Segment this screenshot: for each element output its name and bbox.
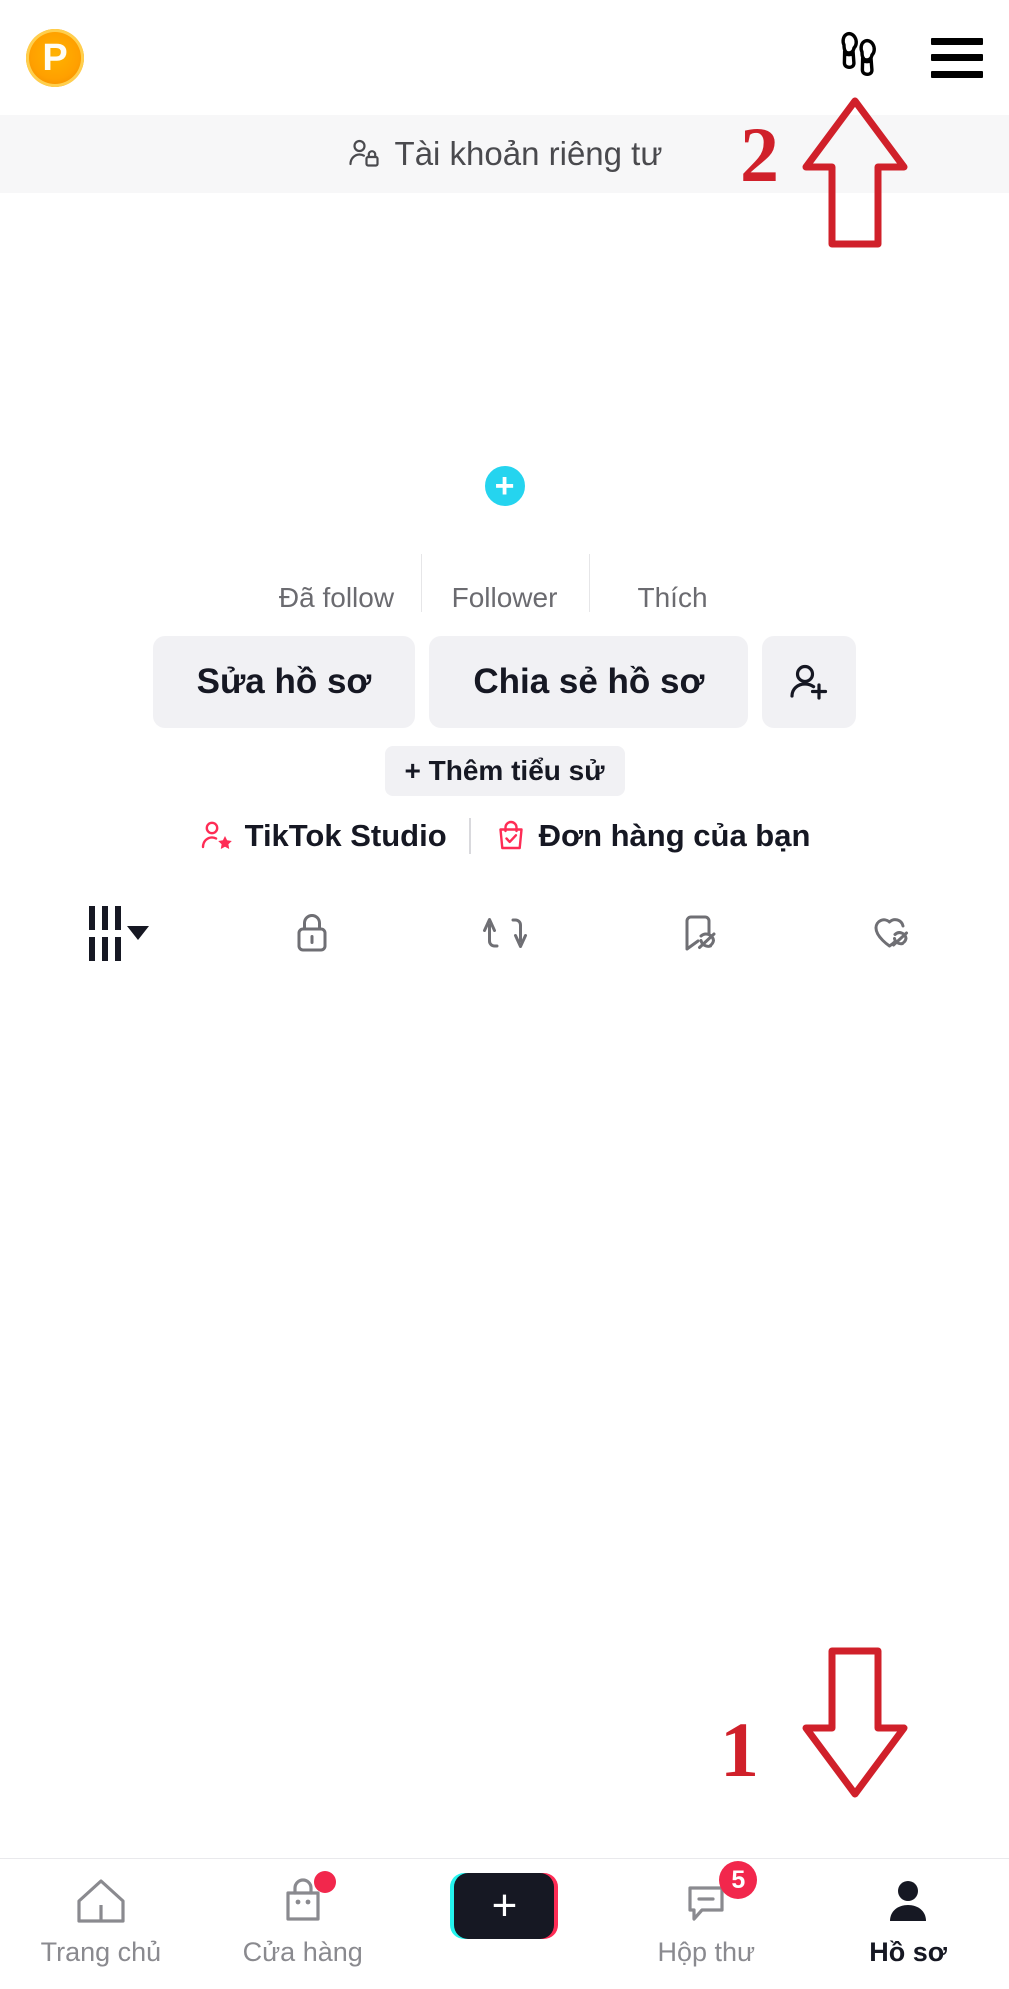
add-bio-button[interactable]: + Thêm tiểu sử: [384, 746, 625, 796]
stat-value: [421, 570, 589, 578]
stat-label: Follower: [451, 582, 558, 613]
chevron-down-icon[interactable]: [126, 926, 149, 940]
nav-label-inbox: Hộp thư: [657, 1937, 756, 1967]
tiktok-studio-link[interactable]: TikTok Studio: [199, 818, 447, 854]
liked-tab[interactable]: [816, 907, 966, 959]
profile-actions: Sửa hồ sơ Chia sẻ hồ sơ: [0, 636, 1009, 728]
stat-value: [589, 570, 757, 578]
home-icon: [70, 1873, 132, 1929]
person-lock-icon: [348, 139, 379, 167]
avatar[interactable]: +: [402, 283, 607, 510]
nav-label-shop: Cửa hàng: [242, 1937, 363, 1967]
create-plus-glyph: +: [454, 1873, 555, 1939]
repost-icon: [482, 918, 527, 948]
tiktok-studio-label: TikTok Studio: [244, 818, 447, 853]
heart-hidden-icon: [873, 918, 908, 948]
nav-label-home: Trang chủ: [40, 1937, 162, 1967]
coin-p-icon[interactable]: P: [26, 28, 84, 87]
bookmark-hidden-icon: [685, 915, 715, 951]
nav-label-profile: Hồ sơ: [869, 1937, 947, 1967]
coin-letter: P: [42, 36, 68, 79]
bottom-navigation-bar: Trang chủ Cửa hàng + 5 Hộp thư Hồ sơ: [0, 1858, 1009, 1989]
profile-person-icon: [877, 1873, 939, 1929]
your-orders-link[interactable]: Đơn hàng của bạn: [493, 818, 811, 854]
nav-item-home[interactable]: Trang chủ: [1, 1873, 201, 1968]
reposts-tab[interactable]: [430, 907, 580, 959]
nav-item-inbox[interactable]: 5 Hộp thư: [606, 1861, 806, 1968]
link-divider: [468, 818, 471, 854]
stat-followers[interactable]: Follower: [420, 554, 589, 614]
your-orders-label: Đơn hàng của bạn: [538, 818, 811, 853]
profile-stats: Đã follow Follower Thích: [0, 554, 1009, 614]
posts-grid-tab[interactable]: [44, 905, 194, 961]
annotation-arrow-up: [800, 95, 910, 255]
edit-profile-button[interactable]: Sửa hồ sơ: [152, 636, 416, 728]
content-tabs: [0, 890, 1009, 976]
annotation-label-1: 1: [720, 1706, 759, 1793]
inbox-message-icon: 5: [675, 1861, 758, 1929]
person-star-icon: [201, 821, 232, 849]
private-account-label: Tài khoản riêng tư: [394, 135, 663, 172]
profile-handle: [0, 516, 1009, 526]
private-tab[interactable]: [237, 907, 387, 959]
add-person-icon[interactable]: [762, 636, 857, 728]
create-plus-icon[interactable]: +: [450, 1873, 559, 1939]
footprints-icon[interactable]: [831, 31, 885, 85]
lock-icon: [297, 914, 326, 952]
nav-item-create[interactable]: +: [404, 1873, 604, 1947]
avatar-image: [402, 283, 607, 488]
add-avatar-button[interactable]: +: [480, 462, 529, 510]
inbox-count-badge: 5: [719, 1861, 758, 1899]
profile-section: + Đã follow Follower Thích Sửa hồ sơ Chi…: [0, 193, 1009, 976]
stat-following[interactable]: Đã follow: [253, 570, 421, 614]
shopping-bag-check-icon: [498, 820, 523, 850]
stat-label: Đã follow: [278, 582, 395, 613]
menu-line: [931, 54, 983, 61]
menu-line: [931, 70, 983, 78]
shop-dot-badge: [313, 1871, 336, 1893]
tiktok-profile-screen: P Tài khoản riêng tư + Đã follow Followe…: [0, 0, 1009, 1989]
stat-likes[interactable]: Thích: [588, 554, 757, 614]
annotation-label-2: 2: [740, 111, 779, 198]
hamburger-menu-icon[interactable]: [931, 37, 983, 78]
share-profile-button[interactable]: Chia sẻ hồ sơ: [429, 636, 749, 728]
stat-label: Thích: [637, 582, 708, 613]
nav-item-shop[interactable]: Cửa hàng: [203, 1871, 403, 1968]
profile-links: TikTok Studio Đơn hàng của bạn: [0, 818, 1009, 854]
top-bar-actions: [831, 31, 983, 85]
grid-bars-icon: [88, 905, 121, 961]
shop-bag-icon: [272, 1871, 336, 1929]
nav-item-profile[interactable]: Hồ sơ: [808, 1873, 1008, 1968]
add-avatar-plus: +: [494, 467, 515, 505]
favorites-tab[interactable]: [623, 907, 773, 959]
menu-line: [931, 37, 983, 45]
annotation-arrow-down: [800, 1645, 910, 1805]
stat-value: [253, 570, 421, 578]
